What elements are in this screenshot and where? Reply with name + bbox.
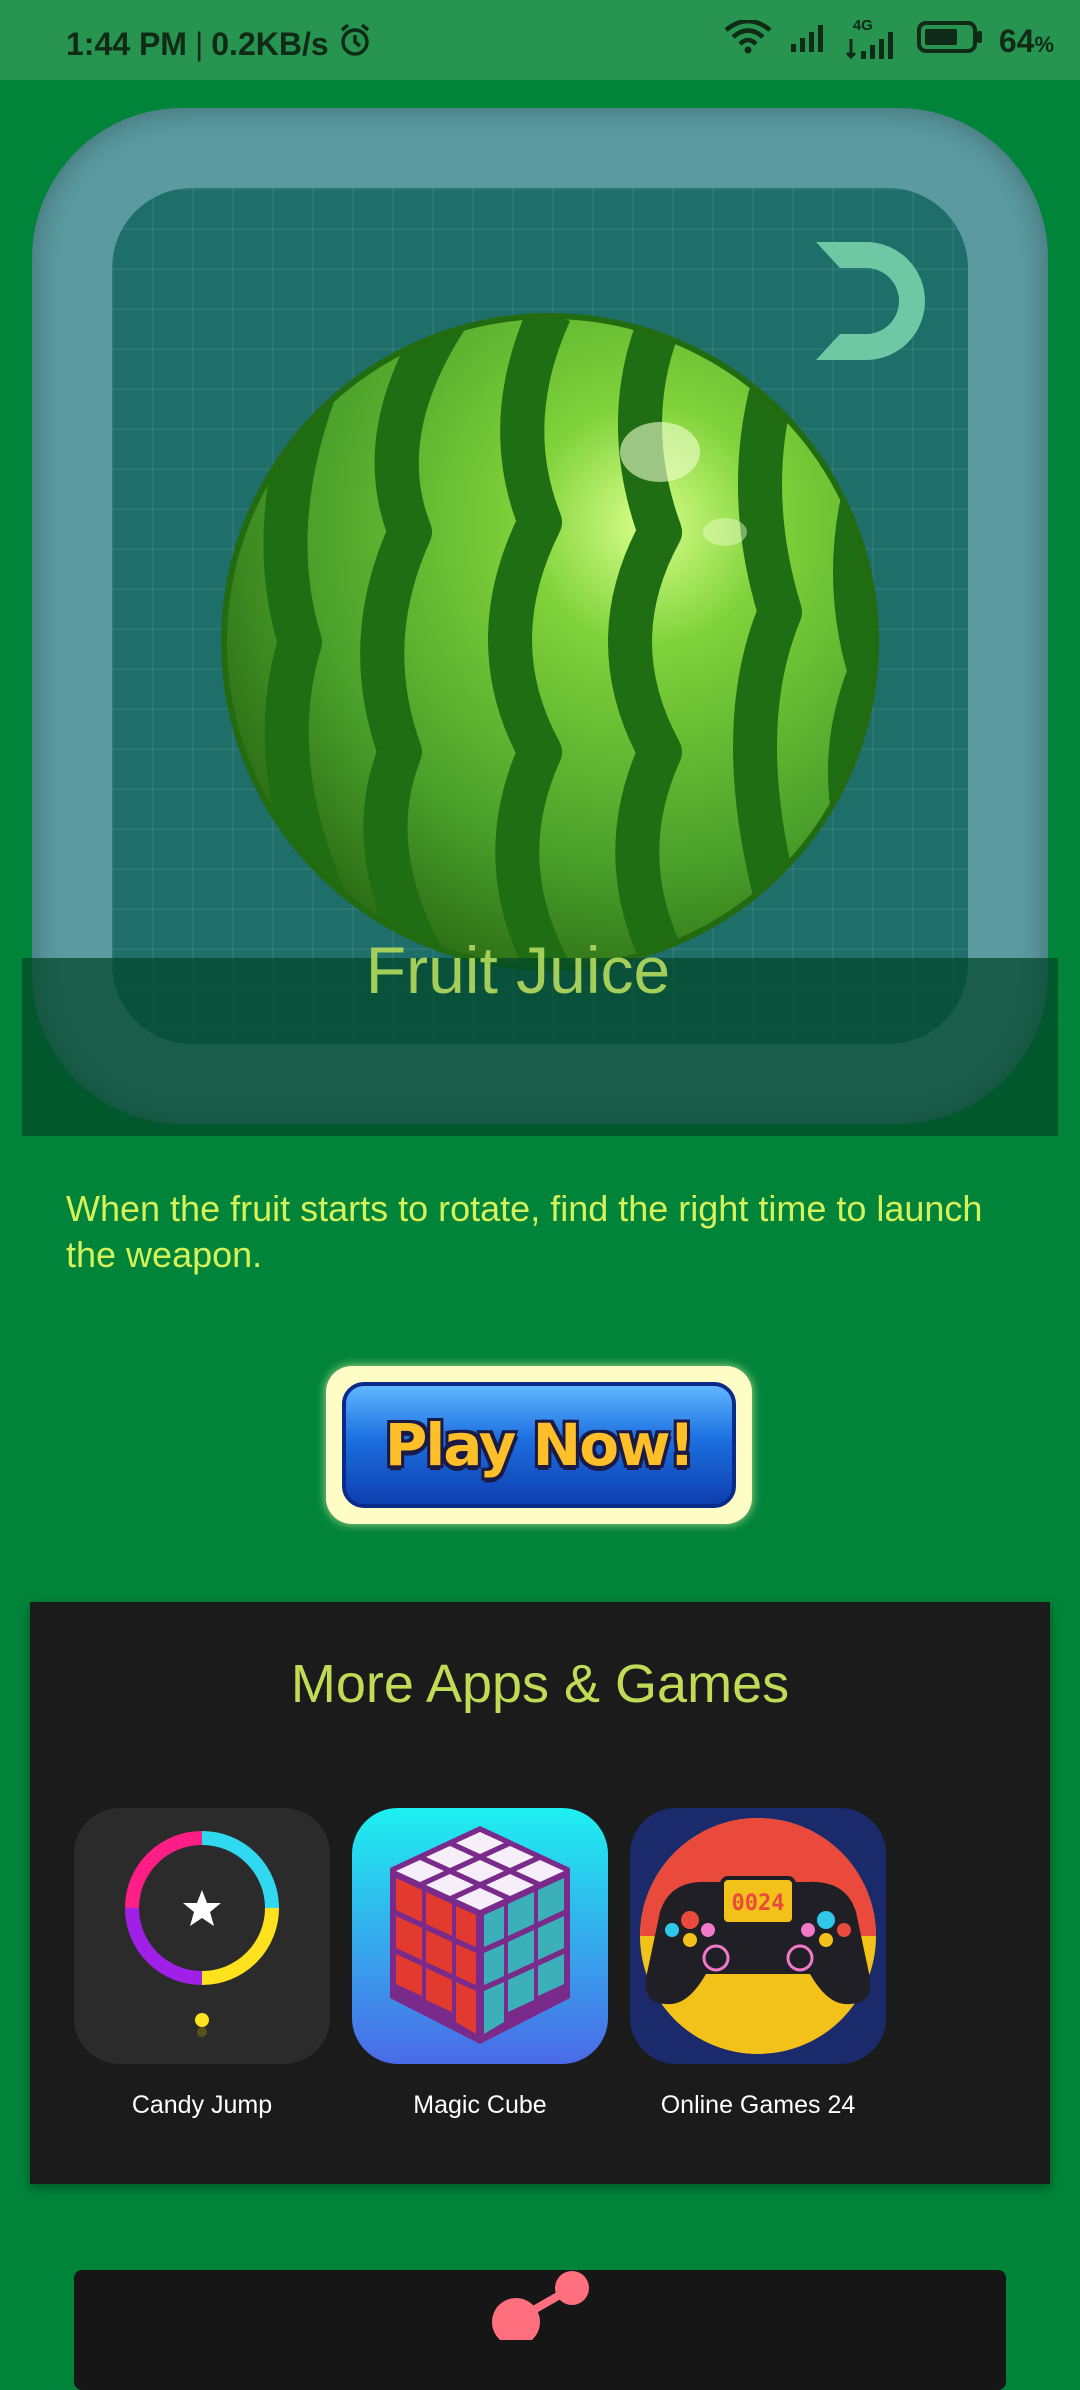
magic-cube-icon[interactable] [352,1808,608,2064]
signal-icon [789,22,829,60]
game-title: Fruit Juice [365,933,671,1007]
battery-percent: 64 [998,22,1035,59]
app-tile-candy-jump[interactable]: Candy Jump [74,1808,330,2120]
status-bar: 1:44 PM | 0.2KB/s 4G 64% [0,0,1080,80]
app-label: Candy Jump [131,2091,273,2119]
battery-level: 64% [999,23,1054,60]
share-icon [492,2271,589,2340]
play-now-label: Play Now! [384,1411,695,1479]
battery-icon [916,20,983,62]
status-time: 1:44 PM [66,25,187,62]
status-left: 1:44 PM | 0.2KB/s [66,22,373,66]
online-games-badge: 0024 [732,1891,785,1916]
signal-4g-icon: 4G [845,17,901,60]
network-speed: 0.2KB/s [211,25,329,62]
app-tile-online-games[interactable]: 0024 Online Games 24 [630,1808,886,2120]
status-right: 4G 64% [723,17,1054,62]
alarm-icon [337,22,373,66]
wifi-icon [723,18,773,62]
battery-unit: % [1034,31,1054,57]
candy-jump-icon[interactable] [74,1808,330,2064]
online-games-icon[interactable]: 0024 [630,1808,886,2064]
app-label: Magic Cube [413,2091,547,2119]
game-description: When the fruit starts to rotate, find th… [66,1188,983,1275]
app-label: Online Games 24 [660,2091,856,2119]
more-apps-title: More Apps & Games [290,1654,790,1714]
status-separator: | [194,25,204,62]
watermelon-icon [221,313,879,971]
play-now-button-face[interactable]: Play Now! [342,1382,736,1508]
app-tile-magic-cube[interactable]: Magic Cube [352,1808,608,2120]
play-now-button[interactable]: Play Now! [326,1366,752,1524]
